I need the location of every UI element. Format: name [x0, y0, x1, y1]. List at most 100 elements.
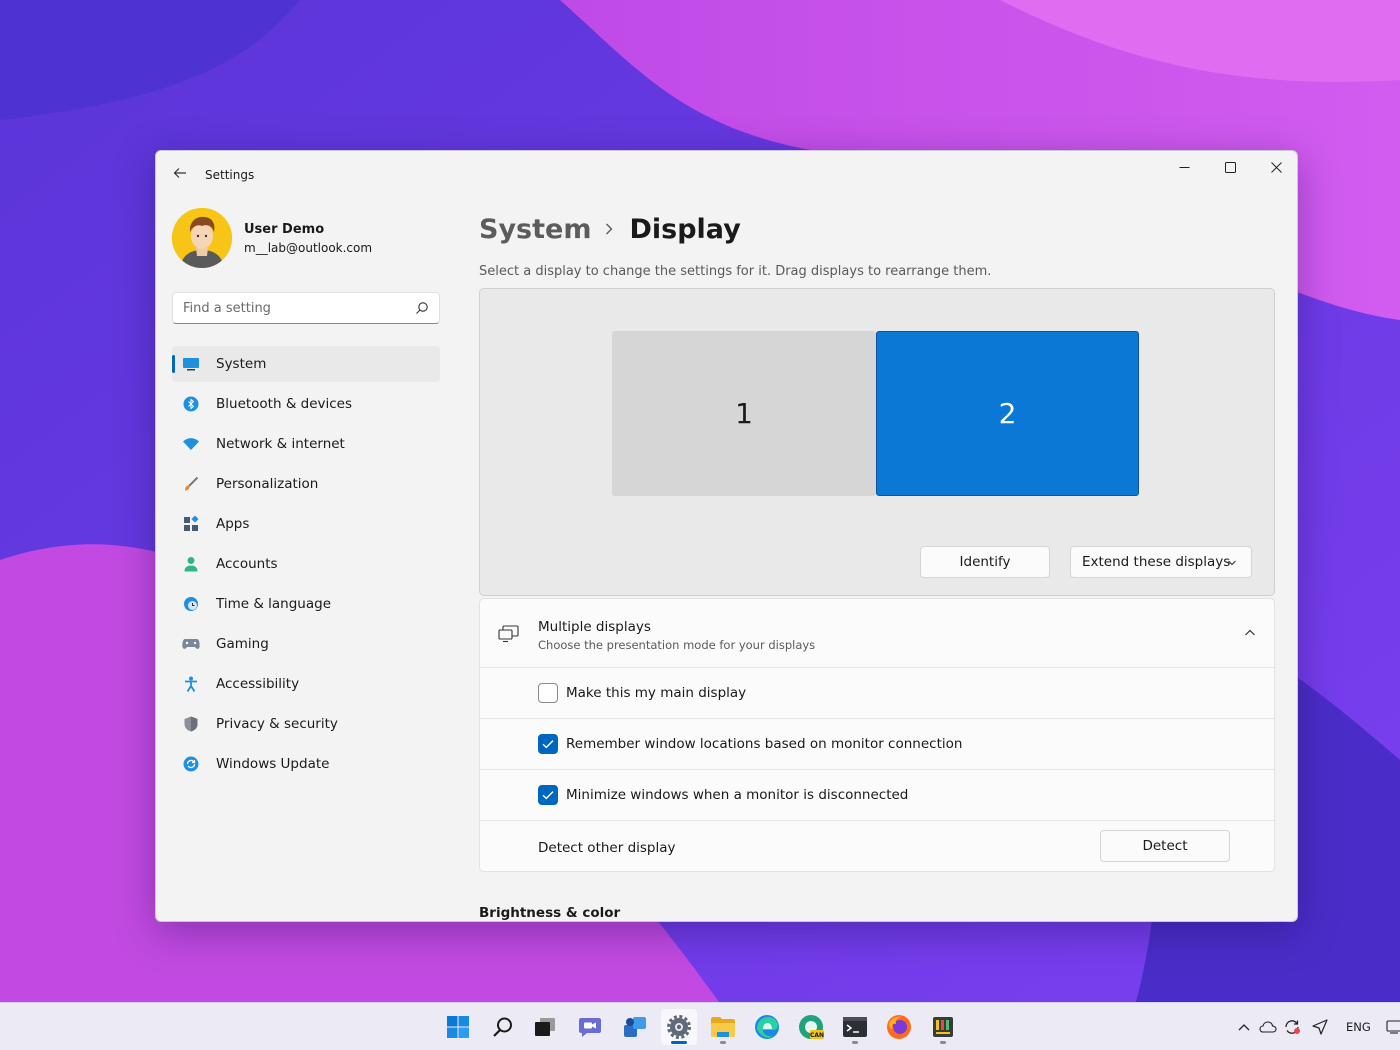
sidebar-item-privacy[interactable]: Privacy & security — [172, 706, 440, 742]
cloud-icon — [1259, 1021, 1277, 1033]
search-box[interactable] — [172, 292, 440, 324]
minimize-button[interactable] — [1161, 151, 1207, 183]
sidebar-item-label: Network & internet — [216, 436, 345, 452]
task-view-icon — [535, 1018, 555, 1036]
app-icon — [933, 1017, 953, 1037]
running-app-indicator — [940, 1041, 946, 1044]
firefox-icon — [887, 1015, 911, 1039]
monitor-2-tile[interactable]: 2 — [876, 331, 1139, 496]
sidebar-item-personalization[interactable]: Personalization — [172, 466, 440, 502]
chevron-up-icon[interactable] — [1244, 627, 1256, 639]
terminal-button[interactable] — [837, 1009, 873, 1045]
location-tray[interactable] — [1310, 1017, 1330, 1037]
sync-icon — [1285, 1020, 1300, 1034]
person-icon — [182, 555, 200, 573]
show-hidden-icons-button[interactable] — [1236, 1017, 1252, 1037]
sidebar-item-time-language[interactable]: Time & language — [172, 586, 440, 622]
sidebar-item-bluetooth[interactable]: Bluetooth & devices — [172, 386, 440, 422]
gamepad-icon — [182, 635, 200, 653]
sidebar-item-network[interactable]: Network & internet — [172, 426, 440, 462]
onedrive-tray[interactable] — [1258, 1017, 1278, 1037]
checkmark-icon — [542, 791, 554, 800]
user-avatar-icon — [172, 208, 232, 268]
edge-canary-button[interactable]: CAN — [793, 1009, 829, 1045]
search-input[interactable] — [183, 293, 403, 323]
search-icon — [493, 1017, 512, 1037]
sidebar-item-system[interactable]: System — [172, 346, 440, 382]
arrangement-instruction: Select a display to change the settings … — [479, 264, 992, 279]
close-button[interactable] — [1253, 151, 1297, 183]
active-app-indicator — [671, 1041, 687, 1044]
sidebar-item-apps[interactable]: Apps — [172, 506, 440, 542]
edge-icon — [755, 1015, 779, 1039]
shield-icon — [182, 715, 200, 733]
file-explorer-icon — [711, 1017, 735, 1037]
chevron-right-icon — [605, 219, 613, 240]
file-explorer-button[interactable] — [705, 1009, 741, 1045]
system-icon — [182, 355, 200, 373]
identify-label: Identify — [959, 554, 1011, 570]
display-mode-value: Extend these displays — [1082, 554, 1231, 570]
breadcrumb: System Display — [479, 209, 741, 249]
close-icon — [1270, 161, 1282, 173]
multiple-displays-title: Multiple displays — [538, 619, 651, 635]
user-profile[interactable]: User Demo m__lab@outlook.com — [172, 208, 452, 268]
sidebar-item-accounts[interactable]: Accounts — [172, 546, 440, 582]
edge-button[interactable] — [749, 1009, 785, 1045]
sync-tray[interactable] — [1282, 1017, 1302, 1037]
option-label: Minimize windows when a monitor is disco… — [566, 787, 909, 803]
breadcrumb-system-link[interactable]: System — [479, 214, 591, 245]
update-icon — [182, 755, 200, 773]
widgets-icon — [624, 1017, 646, 1037]
monitor-icon — [1386, 1020, 1400, 1034]
user-email: m__lab@outlook.com — [244, 241, 373, 255]
avatar — [172, 208, 232, 268]
option-main-display: Make this my main display — [480, 668, 1274, 719]
sidebar-item-label: Privacy & security — [216, 716, 338, 732]
widgets-button[interactable] — [617, 1009, 653, 1045]
identify-button[interactable]: Identify — [920, 546, 1050, 578]
start-icon — [447, 1016, 469, 1038]
location-arrow-icon — [1312, 1019, 1328, 1035]
settings-window: Settings User Demo m__lab@outlook.com Fi… — [155, 150, 1298, 922]
sidebar-item-label: Apps — [216, 516, 250, 532]
multiple-displays-header[interactable]: Multiple displays Choose the presentatio… — [480, 599, 1274, 668]
back-button[interactable] — [168, 163, 192, 187]
back-arrow-icon — [173, 168, 186, 178]
sidebar-item-accessibility[interactable]: Accessibility — [172, 666, 440, 702]
settings-taskbar-button[interactable] — [661, 1009, 697, 1045]
input-language-indicator[interactable]: ENG — [1346, 1020, 1371, 1034]
sidebar-item-label: Bluetooth & devices — [216, 396, 353, 412]
maximize-icon — [1224, 161, 1236, 173]
user-name: User Demo — [244, 222, 325, 237]
main-display-checkbox[interactable] — [538, 683, 558, 703]
remember-locations-checkbox[interactable] — [538, 734, 558, 754]
monitor-1-tile[interactable]: 1 — [612, 331, 876, 496]
sidebar-item-label: Accessibility — [216, 676, 300, 692]
detect-other-display-row: Detect other display Detect — [480, 821, 1274, 872]
sidebar-item-label: System — [216, 356, 267, 372]
start-button[interactable] — [440, 1009, 476, 1045]
detect-button[interactable]: Detect — [1100, 830, 1230, 862]
chevron-down-icon — [1228, 560, 1236, 566]
task-view-button[interactable] — [527, 1009, 563, 1045]
chat-button[interactable] — [572, 1009, 608, 1045]
minimize-icon — [1179, 166, 1189, 168]
search-icon[interactable] — [415, 301, 429, 315]
display-mode-dropdown[interactable]: Extend these displays — [1070, 546, 1252, 578]
brightness-color-heading: Brightness & color — [479, 905, 621, 921]
detect-other-display-label: Detect other display — [538, 840, 676, 856]
taskbar-search-button[interactable] — [485, 1009, 521, 1045]
maximize-button[interactable] — [1207, 151, 1253, 183]
taskbar: CAN ENG — [0, 1002, 1400, 1050]
display-tray[interactable] — [1386, 1017, 1400, 1037]
svg-text:CAN: CAN — [810, 1032, 824, 1039]
globe-clock-icon — [182, 595, 200, 613]
minimize-windows-checkbox[interactable] — [538, 785, 558, 805]
extra-app-button[interactable] — [925, 1009, 961, 1045]
option-label: Remember window locations based on monit… — [566, 736, 963, 752]
sidebar-item-gaming[interactable]: Gaming — [172, 626, 440, 662]
sidebar-item-windows-update[interactable]: Windows Update — [172, 746, 440, 782]
monitor-number: 1 — [735, 397, 753, 430]
firefox-button[interactable] — [881, 1009, 917, 1045]
